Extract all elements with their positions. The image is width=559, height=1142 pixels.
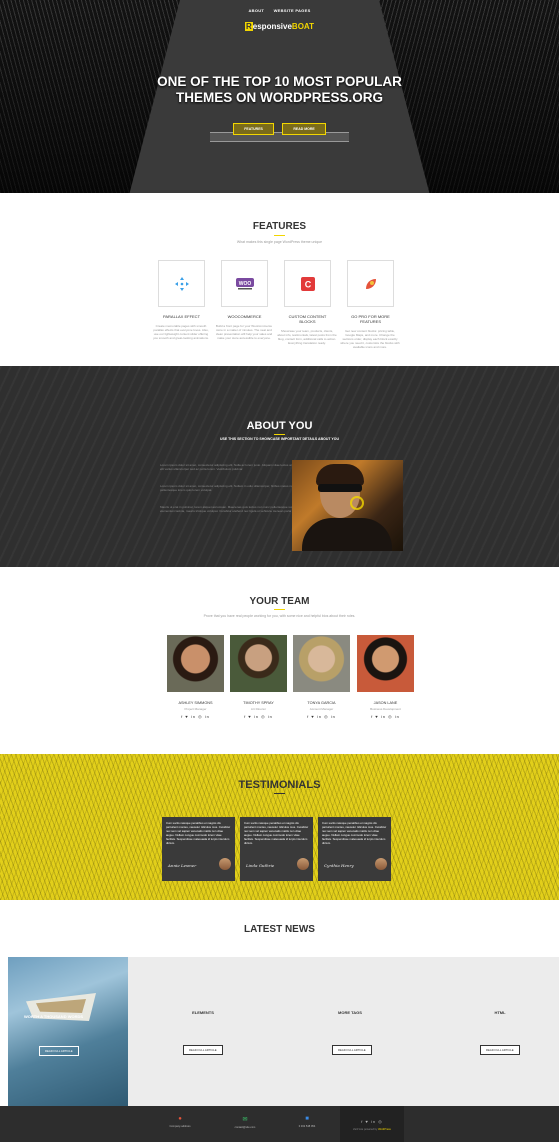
- nav-item-website-pages[interactable]: WEBSITE PAGES: [274, 8, 311, 13]
- news-post-title[interactable]: MORE TAGS: [330, 1010, 370, 1015]
- feature-pro: GO PRO FOR MORE FEATURES Get new content…: [340, 260, 400, 349]
- member-role: Art Director: [250, 707, 267, 711]
- feature-icon-box: [158, 260, 205, 307]
- news-post-title[interactable]: HTML: [480, 1010, 520, 1015]
- member-role: Project Manager: [184, 707, 207, 711]
- logo-accent: BOAT: [291, 22, 314, 31]
- team-subtitle: Prove that you have real people working …: [203, 614, 356, 618]
- feature-title: CUSTOM CONTENT BLOCKS: [288, 314, 327, 324]
- footer-social-block: f ♥ in ◎ Zerif Lite powered by WordPress: [340, 1106, 404, 1142]
- avatar: [375, 858, 387, 870]
- team-title: YOUR TEAM: [249, 596, 310, 607]
- member-social-icons[interactable]: f ♥ in ◎ in: [167, 714, 224, 719]
- news-featured-title[interactable]: WORTH A THOUSAND WORDS: [24, 1014, 104, 1019]
- pro-features-icon: [365, 278, 376, 289]
- member-name: JASON LANE: [373, 701, 398, 705]
- feature-desc: Build a front page for your WooCommerce …: [215, 324, 273, 340]
- hero-features-button[interactable]: FEATURES: [233, 123, 274, 135]
- team-member: JASON LANE Business Development f ♥ in ◎…: [357, 635, 414, 719]
- footer-address: ● Company address: [160, 1116, 200, 1128]
- custom-content-icon: C: [300, 276, 315, 291]
- feature-desc: Create memorable pages with smooth paral…: [153, 324, 209, 340]
- woocommerce-icon: WOO: [235, 277, 254, 289]
- feature-parallax: PARALLAX EFFECT Create memorable pages w…: [153, 260, 209, 340]
- feature-icon-box: WOO: [221, 260, 268, 307]
- testimonial-text: Cum sociis natoque penatibus et magnis d…: [244, 821, 309, 845]
- footer-credit: Zerif Lite powered by WordPress: [353, 1128, 391, 1131]
- team-member: TIMOTHY SPRAY Art Director f ♥ in ◎ in: [230, 635, 287, 719]
- member-name: TIMOTHY SPRAY: [243, 701, 274, 705]
- feature-icon-box: [347, 260, 394, 307]
- footer: [0, 1106, 559, 1142]
- svg-text:C: C: [304, 279, 311, 289]
- read-full-article-button[interactable]: READ FULL ARTICLE: [39, 1046, 79, 1056]
- testimonial-text: Cum sociis natoque penatibus et magnis d…: [322, 821, 387, 845]
- testimonial-signature: Cynthia Henry: [324, 863, 354, 868]
- feature-desc: Get new content blocks: pricing table, G…: [340, 329, 400, 349]
- about-title: ABOUT YOU: [246, 420, 313, 432]
- testimonial-signature: Linda Guthrie: [246, 863, 275, 868]
- read-full-article-button[interactable]: READ FULL ARTICLE: [480, 1045, 520, 1055]
- member-role: Business Development: [370, 707, 401, 711]
- member-name: ASHLEY SIMMONS: [178, 701, 213, 705]
- news-title: LATEST NEWS: [244, 924, 315, 935]
- hero-section: ABOUT WEBSITE PAGES ResponsiveBOAT ONE O…: [0, 0, 559, 193]
- about-photo: [292, 460, 403, 551]
- feature-desc: Showcase your team, products, clients, a…: [277, 329, 337, 345]
- footer-social-icons[interactable]: f ♥ in ◎: [340, 1119, 404, 1124]
- about-title-underline: [274, 434, 285, 435]
- testimonials-title: TESTIMONIALS: [238, 779, 321, 791]
- features-subtitle: What makes this single page WordPress th…: [236, 240, 323, 244]
- news-post-title[interactable]: ELEMENTS: [183, 1010, 223, 1015]
- hero-headline: ONE OF THE TOP 10 MOST POPULAR THEMES ON …: [157, 74, 402, 105]
- member-role: Account Manager: [309, 707, 334, 711]
- logo-text: esponsive: [252, 22, 292, 31]
- testimonial-text: Cum sociis natoque penatibus et magnis d…: [166, 821, 231, 845]
- parallax-icon: [174, 276, 189, 291]
- email-icon: ✉: [242, 1117, 248, 1123]
- avatar: [219, 858, 231, 870]
- avatar: [293, 635, 350, 692]
- team-title-underline: [274, 609, 285, 610]
- hero-read-more-button[interactable]: READ MORE: [282, 123, 326, 135]
- testimonial-signature: Annie Lesmer: [168, 863, 197, 868]
- testimonial-card: Cum sociis natoque penatibus et magnis d…: [240, 817, 313, 881]
- testimonials-title-underline: [274, 793, 285, 794]
- about-subtitle: USE THIS SECTION TO SHOWCASE IMPORTANT D…: [219, 437, 339, 441]
- feature-title: PARALLAX EFFECT: [162, 314, 201, 319]
- features-title: FEATURES: [252, 221, 307, 232]
- features-title-underline: [274, 235, 285, 236]
- top-nav: ABOUT WEBSITE PAGES: [0, 8, 559, 13]
- read-full-article-button[interactable]: READ FULL ARTICLE: [183, 1045, 223, 1055]
- location-icon: ●: [178, 1116, 182, 1122]
- phone-icon: ■: [305, 1116, 309, 1122]
- member-name: TONYA GARCIA: [307, 701, 336, 705]
- avatar: [297, 858, 309, 870]
- member-social-icons[interactable]: f ♥ in ◎ in: [293, 714, 350, 719]
- site-logo[interactable]: ResponsiveBOAT: [0, 22, 559, 31]
- feature-icon-box: C: [284, 260, 331, 307]
- avatar: [167, 635, 224, 692]
- news-featured-post[interactable]: WORTH A THOUSAND WORDS READ FULL ARTICLE: [8, 957, 128, 1106]
- member-social-icons[interactable]: f ♥ in ◎ in: [230, 714, 287, 719]
- feature-title: GO PRO FOR MORE FEATURES: [351, 314, 390, 324]
- testimonial-card: Cum sociis natoque penatibus et magnis d…: [162, 817, 235, 881]
- feature-custom-content: C CUSTOM CONTENT BLOCKS Showcase your te…: [277, 260, 337, 345]
- avatar: [230, 635, 287, 692]
- svg-text:WOO: WOO: [238, 281, 251, 287]
- footer-phone: ■ 0 332 548 954: [287, 1116, 327, 1128]
- read-full-article-button[interactable]: READ FULL ARTICLE: [332, 1045, 372, 1055]
- feature-woocommerce: WOO WOOCOMMERCE Build a front page for y…: [216, 260, 272, 340]
- team-member: TONYA GARCIA Account Manager f ♥ in ◎ in: [293, 635, 350, 719]
- member-social-icons[interactable]: f ♥ in ◎ in: [357, 714, 414, 719]
- nav-item-about[interactable]: ABOUT: [248, 8, 264, 13]
- logo-first-letter: R: [245, 22, 253, 31]
- testimonial-card: Cum sociis natoque penatibus et magnis d…: [318, 817, 391, 881]
- news-grid: [128, 957, 559, 1106]
- footer-email[interactable]: ✉ contact@site.com: [225, 1116, 265, 1129]
- feature-title: WOOCOMMERCE: [227, 314, 262, 319]
- avatar: [357, 635, 414, 692]
- team-member: ASHLEY SIMMONS Project Manager f ♥ in ◎ …: [167, 635, 224, 719]
